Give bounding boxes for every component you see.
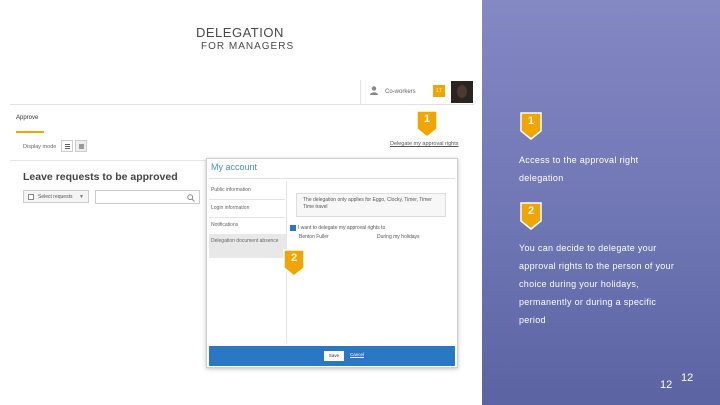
modal-title: My account <box>211 162 258 172</box>
delegation-info-box: The delegation only applies for Eggo, Cl… <box>296 193 446 217</box>
panel-marker-2: 2 <box>519 202 543 230</box>
step1-text-line1: Access to the approval right <box>519 155 639 165</box>
step2-text-line5: period <box>519 315 546 325</box>
notification-badge[interactable]: 17 <box>433 85 445 97</box>
checkbox-icon <box>28 194 34 200</box>
menu-item-public-information[interactable]: Public information <box>211 187 286 194</box>
step2-text-line2: approval rights to the person of your <box>519 261 675 271</box>
display-mode-label: Display mode <box>23 144 57 150</box>
explanation-panel: 1 Access to the approval right delegatio… <box>482 0 720 405</box>
grid-view-icon[interactable] <box>75 140 87 152</box>
select-requests-label: Select requests <box>38 194 73 200</box>
panel-marker-1: 1 <box>519 112 543 140</box>
menu-item-delegation[interactable]: Delegation document absence <box>211 238 286 245</box>
delegate-checkbox-label: I want to delegate my approval rights to <box>298 225 386 231</box>
cancel-link[interactable]: Cancel <box>350 352 364 357</box>
top-bar: Co-workers 17 <box>360 80 474 104</box>
coworkers-link[interactable]: Co-workers <box>385 89 416 95</box>
search-input[interactable] <box>95 190 200 204</box>
app-screenshot: Co-workers 17 Approve Delegate my approv… <box>10 80 476 370</box>
page-title: Leave requests to be approved <box>23 171 178 183</box>
callout-marker-1: 1 <box>415 110 439 138</box>
menu-item-notifications[interactable]: Notifications <box>211 222 286 229</box>
menu-item-login-information[interactable]: Login information <box>211 205 286 212</box>
list-view-icon[interactable] <box>61 140 73 152</box>
tab-approve[interactable]: Approve <box>16 115 38 121</box>
step1-text-line2: delegation <box>519 173 564 183</box>
page-number: 12 <box>660 379 673 391</box>
slide-subtitle: FOR MANAGERS <box>201 41 295 52</box>
step2-text-line3: choice during your holidays, <box>519 279 639 289</box>
delegate-approval-rights-link[interactable]: Delegate my approval rights <box>390 141 458 147</box>
callout-marker-2: 2 <box>282 249 306 277</box>
my-account-modal: My account Public information Login info… <box>206 158 458 368</box>
person-icon <box>370 86 378 95</box>
page-number-superscript: 12 <box>681 372 694 384</box>
delegate-checkbox[interactable] <box>290 225 296 231</box>
modal-footer: Save Cancel <box>209 346 455 366</box>
slide-title: DELEGATION <box>196 25 284 40</box>
search-icon <box>187 194 195 202</box>
delegate-person-field[interactable]: Benton Fuller <box>299 234 329 240</box>
step2-text-line1: You can decide to delegate your <box>519 243 657 253</box>
save-button[interactable]: Save <box>324 351 344 361</box>
avatar[interactable] <box>451 81 473 103</box>
step2-text-line4: permanently or during a specific <box>519 297 657 307</box>
chevron-down-icon: ▼ <box>79 194 84 200</box>
active-tab-indicator <box>16 131 44 133</box>
select-requests-dropdown[interactable]: Select requests ▼ <box>23 190 89 203</box>
delegation-period-field[interactable]: During my holidays <box>377 234 420 240</box>
